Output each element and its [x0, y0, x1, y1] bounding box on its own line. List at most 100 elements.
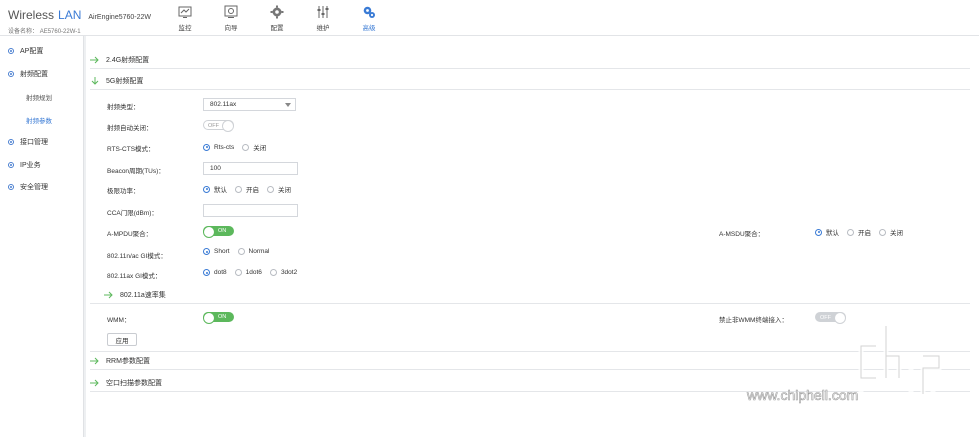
radio-label: 关闭: [278, 187, 291, 194]
section-2g-radio[interactable]: 2.4G射频配置: [90, 53, 970, 67]
expand-circle-icon: [8, 48, 14, 54]
section-title: 2.4G射频配置: [106, 57, 150, 64]
nav-monitor-label: 监控: [178, 24, 192, 32]
radio-circle: [203, 143, 210, 151]
rts-radio-group: Rts-cts 关闭: [203, 142, 274, 152]
sidebar-item-label: 射频配置: [20, 70, 48, 78]
gi-n-radio-group: Short Normal: [203, 248, 278, 255]
arrow-right-icon: [90, 56, 99, 64]
nav-wizard-label: 向导: [224, 24, 238, 32]
sidebar-item-label: 安全管理: [20, 184, 48, 192]
sidebar-subitem-radio-params[interactable]: 射频参数: [0, 108, 83, 131]
device-name: AE5760-22W-1: [39, 29, 81, 35]
rts-option-off[interactable]: 关闭: [242, 142, 266, 152]
gi-ax-option-1dot6[interactable]: 1dot6: [234, 269, 262, 276]
ampdu-toggle[interactable]: ON: [203, 226, 234, 238]
nav-advanced[interactable]: 高级: [346, 0, 392, 36]
beacon-label: Beacon周期(TUs)：: [107, 168, 165, 175]
radio-autoshut-label: 射频自动关闭：: [107, 125, 153, 132]
radio-label: 开启: [858, 230, 871, 237]
rts-label: RTS-CTS模式：: [107, 146, 155, 153]
radio-type-value: 802.11ax: [210, 101, 237, 108]
brand-wireless: Wireless: [8, 8, 55, 22]
radio-label: 1dot6: [245, 269, 262, 276]
radio-label: Rts-cts: [214, 143, 235, 151]
watermark-text: www.chiphell.com: [746, 387, 858, 403]
section-80211a-rate[interactable]: 802.11a速率集: [104, 288, 970, 302]
radio-circle: [847, 228, 854, 236]
sidebar-item-radio-config[interactable]: 射频配置: [0, 63, 83, 86]
arrow-right-icon: [104, 291, 113, 299]
rts-option-rtscts[interactable]: Rts-cts: [203, 143, 235, 151]
radio-label: 关闭: [890, 230, 903, 237]
gi-n-option-short[interactable]: Short: [203, 248, 230, 255]
radio-circle: [235, 185, 242, 193]
gi-n-label: 802.11n/ac GI模式：: [107, 253, 167, 260]
wmm-label: WMM：: [107, 317, 131, 324]
power-option-on[interactable]: 开启: [235, 184, 259, 194]
radio-label: 默认: [826, 230, 839, 237]
chevron-down-icon: [285, 103, 291, 107]
expand-circle-icon: [8, 139, 14, 145]
section-title: RRM参数配置: [106, 358, 150, 365]
radio-circle: [267, 185, 274, 193]
gi-ax-option-dot8[interactable]: dot8: [203, 269, 227, 276]
sidebar-item-interface-mgmt[interactable]: 接口管理: [0, 131, 83, 154]
gi-ax-radio-group: dot8 1dot6 3dot2: [203, 269, 305, 276]
radio-autoshut-toggle[interactable]: OFF: [203, 120, 234, 132]
sidebar-item-label: 接口管理: [20, 139, 48, 147]
nav-maintenance-label: 维护: [316, 24, 330, 32]
amsdu-option-off[interactable]: 关闭: [879, 227, 903, 237]
device-name-label: 设备名称：: [8, 29, 39, 35]
section-title: 5G射频配置: [106, 78, 144, 85]
radio-circle: [203, 185, 210, 193]
nav-wizard[interactable]: 向导: [208, 0, 254, 36]
wmm-toggle[interactable]: ON: [203, 312, 234, 324]
nav-config-label: 配置: [270, 24, 284, 32]
arrow-right-icon: [90, 357, 99, 365]
radio-label: 开启: [246, 187, 259, 194]
beacon-input[interactable]: 100: [203, 162, 298, 175]
radio-circle: [815, 228, 822, 236]
power-label: 极限功率：: [107, 188, 140, 195]
gi-n-option-normal[interactable]: Normal: [237, 248, 270, 255]
power-option-off[interactable]: 关闭: [267, 184, 291, 194]
chiphell-watermark-logo: www.chiphell.com: [746, 323, 949, 424]
expand-circle-icon: [8, 161, 14, 168]
arrow-down-icon: [91, 77, 99, 85]
brand: Wireless LAN AirEngine5760-22W 设备名称： AE5…: [8, 8, 151, 35]
sidebar-item-ip-service[interactable]: IP业务: [0, 154, 83, 177]
arrow-right-icon: [90, 379, 99, 387]
amsdu-option-on[interactable]: 开启: [847, 227, 871, 237]
radio-circle: [203, 269, 210, 276]
radio-label: Normal: [248, 248, 270, 255]
wizard-icon: [224, 5, 238, 18]
sidebar-subitem-radio-planning[interactable]: 射频规划: [0, 85, 83, 108]
ampdu-label: A-MPDU聚合：: [107, 231, 153, 238]
nav-monitor[interactable]: 监控: [162, 0, 208, 36]
amsdu-option-default[interactable]: 默认: [815, 227, 839, 237]
divider: [90, 68, 970, 69]
radio-circle: [234, 269, 242, 276]
radio-circle: [237, 248, 245, 255]
power-option-default[interactable]: 默认: [203, 184, 227, 194]
section-5g-radio[interactable]: 5G射频配置: [90, 74, 970, 88]
nav-maintenance[interactable]: 维护: [300, 0, 346, 36]
radio-type-label: 射频类型：: [107, 104, 140, 111]
monitor-icon: [178, 6, 192, 18]
radio-type-select[interactable]: 802.11ax: [203, 98, 296, 111]
nav-config[interactable]: 配置: [254, 0, 300, 36]
power-radio-group: 默认 开启 关闭: [203, 184, 299, 194]
top-nav: 监控 向导 配置 维护 高级: [162, 0, 392, 36]
radio-circle: [269, 269, 277, 276]
cca-input[interactable]: [203, 204, 298, 217]
sidebar-item-security-mgmt[interactable]: 安全管理: [0, 176, 83, 199]
divider: [90, 89, 970, 90]
gi-ax-option-3dot2[interactable]: 3dot2: [269, 269, 297, 276]
divider: [90, 303, 970, 304]
amsdu-radio-group: 默认 开启 关闭: [815, 227, 911, 237]
apply-button[interactable]: 应用: [107, 333, 137, 346]
radio-label: Short: [214, 248, 230, 255]
sidebar-item-ap-config[interactable]: AP配置: [0, 40, 83, 63]
sidebar-item-label: AP配置: [20, 48, 44, 56]
